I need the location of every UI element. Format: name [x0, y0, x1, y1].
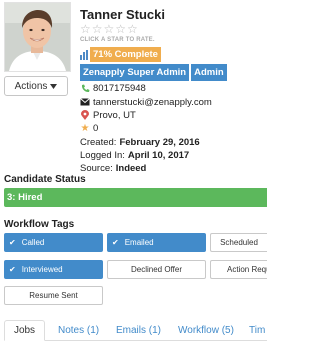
phone-row: 8017175948	[80, 82, 146, 94]
created-label: Created:	[80, 136, 117, 148]
star-icon: ★	[80, 122, 90, 134]
source-row: Source: Indeed	[80, 162, 146, 174]
tab-label: Emails (1)	[116, 325, 162, 336]
tag-interviewed[interactable]: ✔ Interviewed	[4, 260, 103, 279]
tag-label: Interviewed	[21, 265, 63, 274]
tag-resume-sent[interactable]: Resume Sent	[4, 286, 103, 305]
tag-label: Declined Offer	[131, 265, 182, 274]
check-icon: ✔	[112, 238, 119, 247]
profile-completion: 71% Complete	[80, 47, 161, 62]
tag-label: Scheduled	[220, 238, 258, 247]
tab-workflow[interactable]: Workflow (5)	[178, 320, 234, 341]
tab-jobs[interactable]: Jobs	[4, 320, 45, 341]
logged-in-value: April 10, 2017	[127, 149, 190, 161]
tag-label: Emailed	[124, 238, 154, 247]
rate-hint: CLICK A STAR TO RATE.	[80, 37, 155, 43]
tab-label: Notes (1)	[58, 325, 100, 336]
profile-photo	[4, 2, 71, 72]
candidate-status-heading: Candidate Status	[4, 174, 86, 185]
phone-icon	[80, 84, 90, 93]
completion-badge: 71% Complete	[90, 47, 161, 62]
logged-in-row: Logged In: April 10, 2017	[80, 149, 189, 161]
candidate-status-value: 3: Hired	[7, 192, 43, 203]
created-value: February 29, 2016	[119, 136, 200, 148]
caret-down-icon	[50, 81, 58, 92]
tag-label: Action Requ	[227, 265, 267, 274]
email-address[interactable]: tannerstucki@zenapply.com	[93, 97, 212, 108]
bar-chart-icon	[80, 49, 88, 60]
workflow-tags-heading: Workflow Tags	[4, 219, 75, 230]
tab-label: Jobs	[13, 325, 36, 336]
actions-label: Actions	[14, 80, 48, 92]
score-row: ★ 0	[80, 122, 99, 134]
tab-time[interactable]: Tim	[249, 320, 267, 341]
score-value: 0	[93, 122, 99, 134]
role-badge-super-admin: Zenapply Super Admin	[80, 64, 190, 81]
candidate-name: Tanner Stucki	[80, 7, 166, 22]
logged-in-label: Logged In:	[80, 149, 125, 161]
phone-number[interactable]: 8017175948	[93, 83, 146, 94]
actions-button[interactable]: Actions	[4, 76, 68, 96]
tab-emails[interactable]: Emails (1)	[116, 320, 161, 341]
candidate-status-select[interactable]: 3: Hired	[4, 188, 267, 207]
tag-scheduled[interactable]: Scheduled	[210, 233, 267, 252]
source-value: Indeed	[115, 162, 147, 174]
check-icon: ✔	[9, 238, 16, 247]
check-icon: ✔	[9, 265, 16, 274]
tab-notes[interactable]: Notes (1)	[58, 320, 99, 341]
source-label: Source:	[80, 162, 113, 174]
map-pin-icon	[80, 110, 90, 120]
tab-label: Workflow (5)	[178, 325, 234, 336]
location-row: Provo, UT	[80, 109, 136, 121]
tag-action-required[interactable]: Action Requ	[210, 260, 267, 279]
envelope-icon	[80, 98, 90, 106]
role-badges: Zenapply Super Admin Admin	[80, 64, 227, 81]
email-row: tannerstucki@zenapply.com	[80, 96, 212, 108]
tag-emailed[interactable]: ✔ Emailed	[107, 233, 206, 252]
tag-declined-offer[interactable]: Declined Offer	[107, 260, 206, 279]
tag-called[interactable]: ✔ Called	[4, 233, 103, 252]
star-rating[interactable]: ☆☆☆☆☆	[80, 23, 139, 35]
tag-label: Called	[21, 238, 45, 247]
tag-label: Resume Sent	[29, 291, 78, 300]
avatar-image	[5, 3, 70, 71]
created-row: Created: February 29, 2016	[80, 136, 200, 148]
location-value: Provo, UT	[93, 109, 136, 121]
tab-label: Tim	[249, 325, 266, 336]
role-badge-admin: Admin	[191, 64, 227, 81]
